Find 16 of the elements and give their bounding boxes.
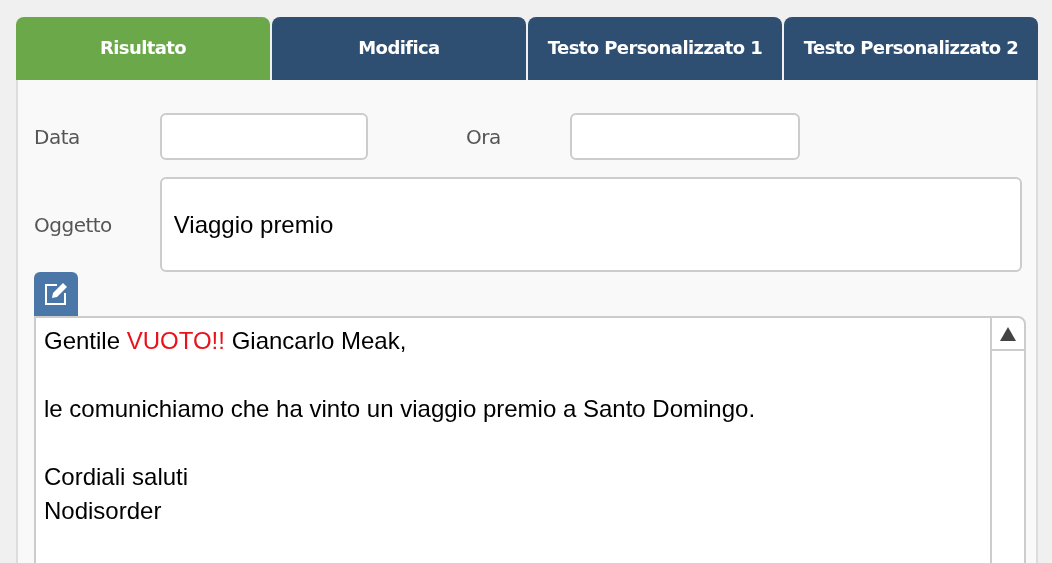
edit-icon[interactable] (34, 272, 78, 316)
tab[interactable]: Testo Personalizzato 1 (528, 17, 782, 80)
scroll-up-icon[interactable] (1000, 327, 1016, 341)
message-editor[interactable]: Gentile VUOTO!! Giancarlo Meak, le comunichiamo che ha vinto un viaggio premio a Santo Domingo. Cordiali saluti Nodisorder (34, 316, 1026, 563)
time-label: Ora (466, 124, 502, 149)
message-line: Nodisorder (44, 496, 163, 526)
message-line: Gentile VUOTO!! Giancarlo Meak, (44, 326, 408, 356)
tab[interactable]: Testo Personalizzato 2 (784, 17, 1038, 80)
date-field[interactable] (160, 113, 368, 160)
time-field[interactable] (570, 113, 800, 160)
message-line: Cordiali saluti (44, 462, 190, 492)
date-label: Data (34, 124, 81, 149)
message-line: le comunichiamo che ha vinto un viaggio premio a Santo Domingo. (44, 394, 757, 424)
tab[interactable]: Modifica (272, 17, 526, 80)
subject-field[interactable]: Viaggio premio (159, 177, 1022, 272)
subject-label: Oggetto (34, 212, 113, 237)
